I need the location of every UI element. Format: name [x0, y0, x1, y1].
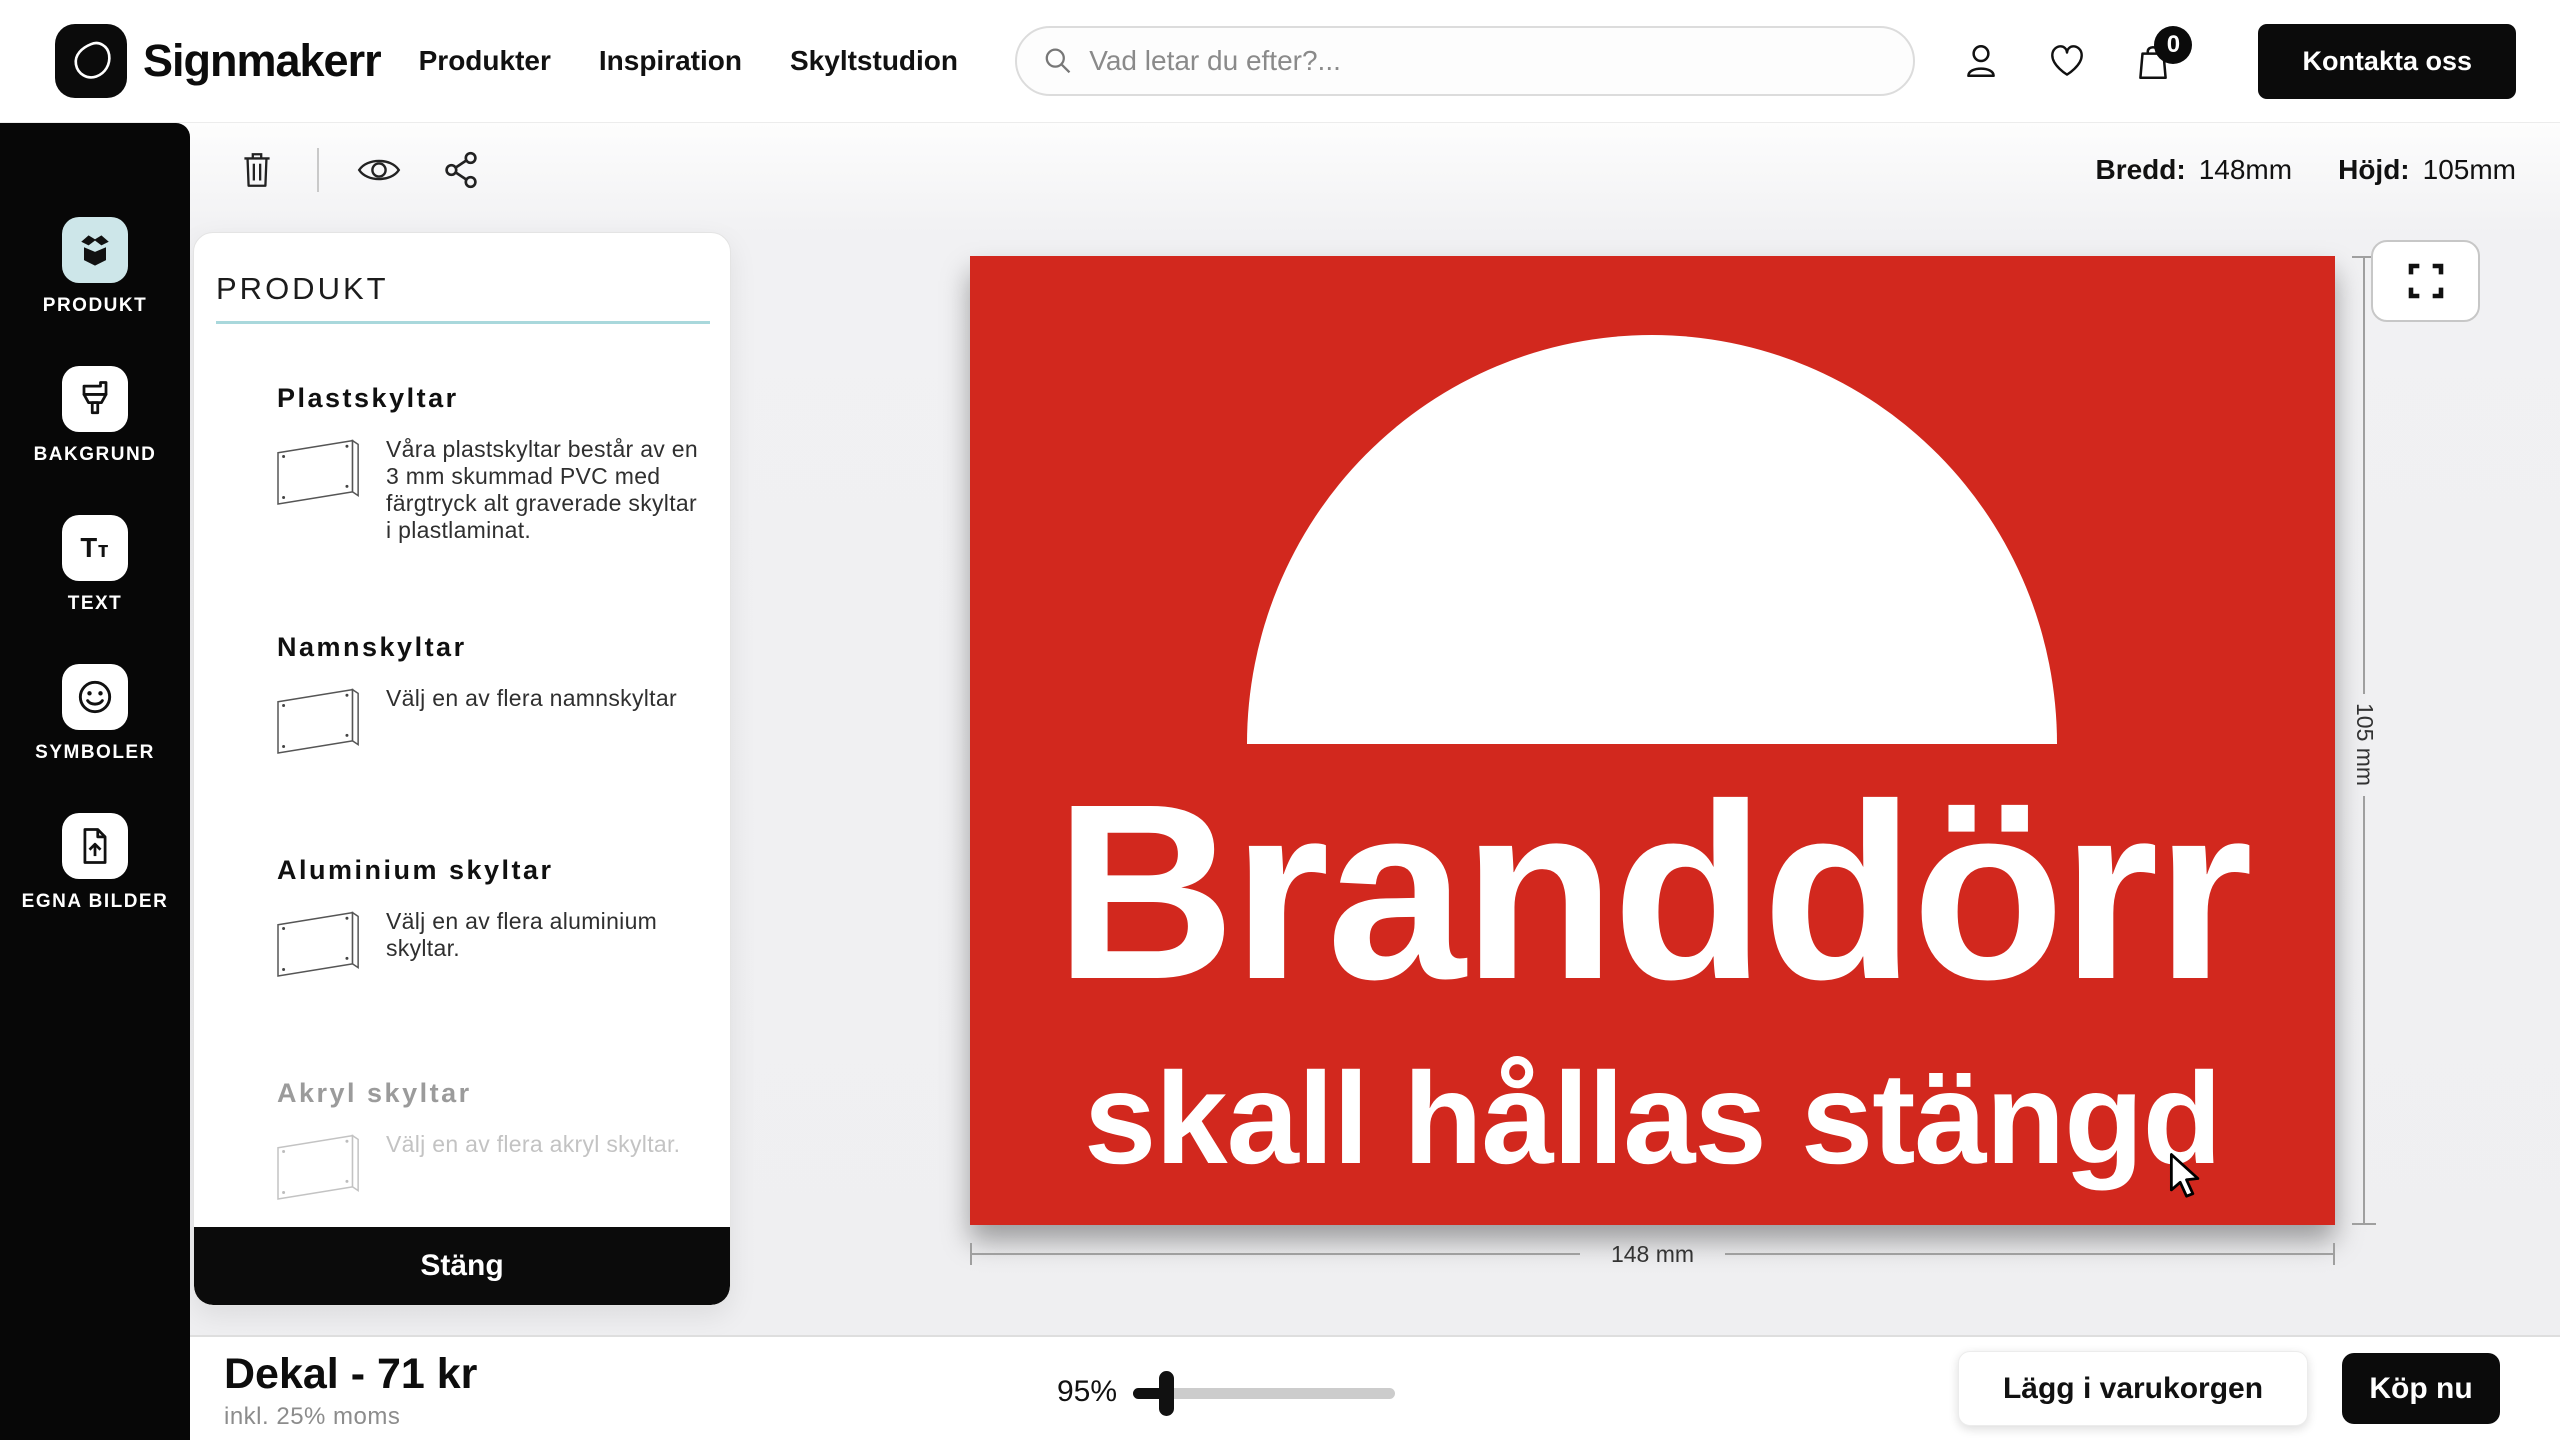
add-to-cart-button[interactable]: Lägg i varukorgen	[1958, 1351, 2308, 1426]
product-panel: PRODUKT Plastskyltar Våra plastskyltar b…	[193, 232, 731, 1306]
sign-dome-shape	[1247, 335, 2057, 744]
height-dimension-value: 105 mm	[2351, 703, 2378, 793]
width-value: 148mm	[2199, 154, 2292, 186]
sign-text-line2: skall hållas stängd	[970, 1053, 2335, 1183]
sign-thumbnail-icon	[272, 1131, 366, 1213]
symboler-tile	[62, 664, 128, 730]
sidebar-label: TEXT	[68, 593, 123, 615]
paint-brush-icon	[73, 377, 117, 421]
share-button[interactable]	[439, 148, 483, 192]
width-readout: Bredd: 148mm	[2095, 154, 2292, 186]
text-icon: T т	[73, 526, 117, 570]
egna-bilder-tile	[62, 813, 128, 879]
nav-inspiration[interactable]: Inspiration	[599, 45, 742, 77]
share-icon	[443, 150, 479, 190]
sidebar-item-bakgrund[interactable]: BAKGRUND	[34, 366, 157, 466]
svg-text:T: T	[80, 532, 97, 563]
sidebar-item-symboler[interactable]: SYMBOLER	[35, 664, 155, 764]
fullscreen-icon	[2406, 261, 2446, 301]
sign-thumbnail-icon	[272, 436, 366, 544]
preview-button[interactable]	[357, 148, 401, 192]
svg-text:т: т	[98, 537, 109, 562]
nav-skyltstudion[interactable]: Skyltstudion	[790, 45, 958, 77]
product-name: Aluminium skyltar	[277, 855, 706, 886]
cart-button[interactable]: 0	[2132, 40, 2174, 82]
product-option-aluminium-skyltar[interactable]: Aluminium skyltar Välj en av flera alumi…	[272, 855, 706, 990]
sidebar-item-text[interactable]: T т TEXT	[62, 515, 128, 615]
sign-canvas[interactable]: Branddörr skall hållas stängd	[970, 256, 2335, 1225]
product-price: Dekal - 71 kr	[224, 1350, 477, 1399]
bottom-bar: Dekal - 71 kr inkl. 25% moms 95% Lägg i …	[190, 1335, 2560, 1440]
sign-text-line1: Branddörr	[970, 767, 2335, 1017]
sign-thumbnail-icon	[272, 685, 366, 767]
height-value: 105mm	[2423, 154, 2516, 186]
product-description: Välj en av flera aluminium skyltar.	[386, 908, 706, 990]
product-option-namnskyltar[interactable]: Namnskyltar Välj en av flera namnskyltar	[272, 632, 706, 767]
height-label: Höjd:	[2338, 154, 2410, 186]
brand-logo-icon[interactable]	[55, 24, 127, 98]
file-upload-icon	[73, 824, 117, 868]
sign-thumbnail-icon	[272, 908, 366, 990]
cart-badge: 0	[2154, 26, 2192, 64]
user-icon	[1960, 40, 2002, 82]
product-description: Välj en av flera namnskyltar	[386, 685, 706, 767]
vat-note: inkl. 25% moms	[224, 1403, 400, 1431]
open-box-icon	[73, 228, 117, 272]
text-tile: T т	[62, 515, 128, 581]
product-option-akryl-skyltar[interactable]: Akryl skyltar Välj en av flera akryl sky…	[272, 1078, 706, 1213]
search-bar[interactable]	[1015, 26, 1915, 96]
eye-icon	[357, 154, 401, 186]
sidebar-label: BAKGRUND	[34, 444, 157, 466]
sidebar-item-egna-bilder[interactable]: EGNA BILDER	[22, 813, 169, 913]
product-name: Namnskyltar	[277, 632, 706, 663]
bakgrund-tile	[62, 366, 128, 432]
main-nav: Produkter Inspiration Skyltstudion	[419, 45, 958, 77]
search-input[interactable]	[1089, 45, 1887, 77]
zoom-slider[interactable]	[1133, 1373, 1395, 1413]
produkt-tile	[62, 217, 128, 283]
brand-name: Signmakerr	[143, 35, 381, 87]
contact-button[interactable]: Kontakta oss	[2258, 24, 2516, 99]
sidebar-label: SYMBOLER	[35, 742, 155, 764]
product-name: Akryl skyltar	[277, 1078, 706, 1109]
canvas-toolbar	[235, 148, 483, 192]
sidebar-item-produkt[interactable]: PRODUKT	[43, 217, 147, 317]
fullscreen-button[interactable]	[2371, 240, 2480, 322]
heart-icon	[2046, 40, 2088, 82]
favorites-button[interactable]	[2046, 40, 2088, 82]
height-readout: Höjd: 105mm	[2338, 154, 2516, 186]
delete-button[interactable]	[235, 148, 279, 192]
width-dimension-annotation: 148 mm	[970, 1243, 2335, 1267]
product-option-plastskyltar[interactable]: Plastskyltar Våra plastskyltar består av…	[272, 383, 706, 544]
size-readout: Bredd: 148mm Höjd: 105mm	[2095, 154, 2516, 186]
sidebar-label: PRODUKT	[43, 295, 147, 317]
panel-title-underline	[216, 321, 710, 324]
account-button[interactable]	[1960, 40, 2002, 82]
zoom-percent: 95%	[1057, 1375, 1117, 1409]
product-list: Plastskyltar Våra plastskyltar består av…	[194, 383, 730, 1301]
signmaker-app: Signmakerr Produkter Inspiration Skyltst…	[0, 0, 2560, 1440]
product-name: Plastskyltar	[277, 383, 706, 414]
buy-now-button[interactable]: Köp nu	[2342, 1353, 2500, 1424]
pebble-logo-icon	[68, 38, 114, 84]
close-panel-button[interactable]: Stäng	[194, 1227, 730, 1305]
toolbar-divider	[317, 148, 319, 192]
header: Signmakerr Produkter Inspiration Skyltst…	[0, 0, 2560, 123]
sidebar: PRODUKT BAKGRUND T т TEXT	[0, 123, 190, 1440]
product-description: Välj en av flera akryl skyltar.	[386, 1131, 706, 1213]
smiley-icon	[73, 675, 117, 719]
product-description: Våra plastskyltar består av en 3 mm skum…	[386, 436, 706, 544]
search-icon	[1043, 45, 1073, 77]
header-actions: 0 Kontakta oss	[1960, 24, 2516, 99]
height-dimension-annotation: 105 mm	[2352, 256, 2392, 1225]
zoom-slider-handle[interactable]	[1159, 1371, 1174, 1416]
nav-produkter[interactable]: Produkter	[419, 45, 551, 77]
sidebar-label: EGNA BILDER	[22, 891, 169, 913]
panel-title: PRODUKT	[216, 271, 389, 307]
trash-icon	[238, 149, 276, 191]
width-label: Bredd:	[2095, 154, 2185, 186]
